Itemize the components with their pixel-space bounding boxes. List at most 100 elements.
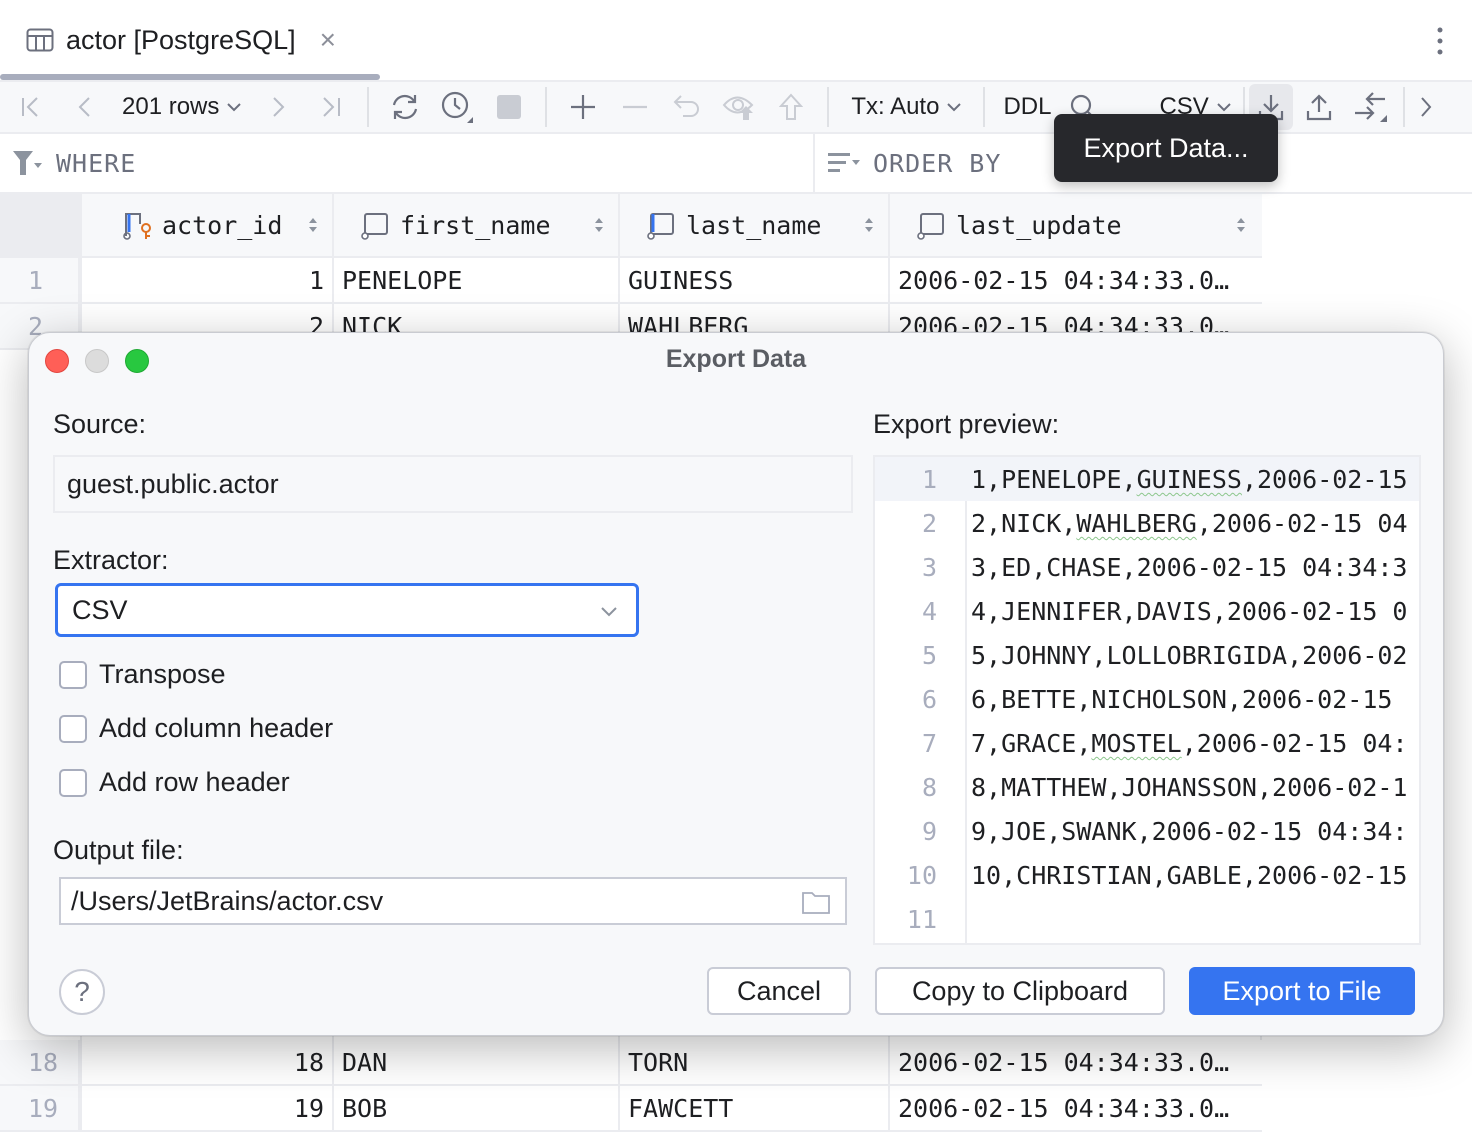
- revert-icon[interactable]: [661, 84, 713, 130]
- where-label: WHERE: [56, 148, 137, 178]
- extractor-value: CSV: [72, 594, 128, 625]
- sort-icon[interactable]: [594, 217, 604, 233]
- sort-icon[interactable]: [308, 217, 318, 233]
- line-number: 3: [921, 553, 937, 582]
- last-page-icon[interactable]: [305, 84, 357, 130]
- output-file-input[interactable]: /Users/JetBrains/actor.csv: [59, 877, 847, 925]
- close-icon[interactable]: ×: [320, 26, 336, 54]
- import-icon[interactable]: [1293, 84, 1345, 130]
- column-icon: [917, 213, 944, 240]
- preview-line-text: 8,MATTHEW,JOHANSSON,2006-02-1: [971, 773, 1408, 802]
- column-header-first-name[interactable]: first_name: [332, 194, 618, 256]
- order-by-label: ORDER BY: [873, 148, 1002, 178]
- rows-count-label: 201 rows: [122, 93, 220, 120]
- transaction-mode-dropdown[interactable]: Tx: Auto: [839, 84, 973, 130]
- output-file-label: Output file:: [53, 835, 184, 865]
- preview-line: 8 8,MATTHEW,JOHANSSON,2006-02-1: [875, 765, 1419, 809]
- refresh-icon[interactable]: [379, 84, 431, 130]
- first-page-icon[interactable]: [4, 84, 58, 130]
- output-file-value: /Users/JetBrains/actor.csv: [71, 885, 384, 916]
- spellcheck-underline: WAHLBERG: [1076, 509, 1197, 538]
- cell-last-name[interactable]: TORN: [618, 1040, 888, 1084]
- preview-line-text: 4,JENNIFER,DAVIS,2006-02-15 0: [971, 597, 1408, 626]
- preview-line-text: 10,CHRISTIAN,GABLE,2006-02-15: [971, 861, 1408, 890]
- line-number: 2: [921, 509, 937, 538]
- cell-first-name[interactable]: PENELOPE: [332, 258, 618, 302]
- cancel-button[interactable]: Cancel: [707, 967, 851, 1015]
- extractor-label: Extractor:: [53, 545, 169, 575]
- column-name: last_update: [956, 210, 1122, 240]
- preview-line: 7 7,GRACE,MOSTEL,2006-02-15 04:: [875, 721, 1419, 765]
- sort-icon[interactable]: [1236, 217, 1246, 233]
- export-data-tooltip: Export Data...: [1054, 114, 1278, 182]
- column-name: last_name: [686, 210, 822, 240]
- cell-last-update[interactable]: 2006-02-15 04:34:33.0…: [888, 1086, 1260, 1130]
- history-icon[interactable]: [431, 84, 483, 130]
- cell-actor-id[interactable]: 18: [80, 1040, 332, 1084]
- line-number: 4: [921, 597, 937, 626]
- column-header-last-name[interactable]: last_name: [618, 194, 888, 256]
- stop-icon[interactable]: [483, 84, 535, 130]
- tab-actor[interactable]: actor [PostgreSQL] ×: [0, 0, 380, 80]
- folder-icon[interactable]: [801, 889, 831, 915]
- add-row-icon[interactable]: [557, 84, 609, 130]
- preview-line-text: 1,PENELOPE,GUINESS,2006-02-15: [971, 465, 1408, 494]
- table-row[interactable]: 19 19 BOB FAWCETT 2006-02-15 04:34:33.0…: [0, 1086, 1262, 1132]
- row-number: 19: [0, 1086, 80, 1130]
- cell-last-name[interactable]: GUINESS: [618, 258, 888, 302]
- column-name: actor_id: [162, 210, 283, 240]
- preview-changes-icon[interactable]: [713, 84, 765, 130]
- order-by-input[interactable]: ORDER BY: [817, 134, 1001, 192]
- editor-tab-bar: actor [PostgreSQL] ×: [0, 0, 1472, 80]
- rows-count-dropdown[interactable]: 201 rows: [110, 84, 253, 130]
- next-page-icon[interactable]: [253, 84, 305, 130]
- submit-icon[interactable]: [765, 84, 817, 130]
- export-to-file-button[interactable]: Export to File: [1189, 967, 1415, 1015]
- transpose-checkbox-row[interactable]: Transpose: [59, 659, 226, 690]
- add-row-header-checkbox[interactable]: [59, 768, 87, 797]
- compare-icon[interactable]: [1345, 84, 1397, 130]
- checkbox-label: Add column header: [99, 713, 334, 743]
- cell-last-update[interactable]: 2006-02-15 04:34:33.0…: [888, 258, 1260, 302]
- help-button[interactable]: ?: [59, 969, 105, 1015]
- preview-line-text: 2,NICK,WAHLBERG,2006-02-15 04: [971, 509, 1408, 538]
- prev-page-icon[interactable]: [58, 84, 110, 130]
- tx-mode-label: Tx: Auto: [851, 93, 940, 120]
- cell-actor-id[interactable]: 1: [80, 258, 332, 302]
- cell-last-update[interactable]: 2006-02-15 04:34:33.0…: [888, 1040, 1260, 1084]
- column-icon: [647, 213, 674, 240]
- preview-line: 6 6,BETTE,NICHOLSON,2006-02-15: [875, 677, 1419, 721]
- table-icon: [26, 28, 54, 52]
- table-row[interactable]: 18 18 DAN TORN 2006-02-15 04:34:33.0…: [0, 1040, 1262, 1086]
- column-header-actor-id[interactable]: actor_id: [80, 194, 332, 256]
- copy-to-clipboard-button[interactable]: Copy to Clipboard: [875, 967, 1165, 1015]
- add-row-header-checkbox-row[interactable]: Add row header: [59, 767, 290, 798]
- column-header-last-update[interactable]: last_update: [888, 194, 1260, 256]
- add-column-header-checkbox-row[interactable]: Add column header: [59, 713, 333, 744]
- preview-line: 9 9,JOE,SWANK,2006-02-15 04:34:: [875, 809, 1419, 853]
- cell-first-name[interactable]: BOB: [332, 1086, 618, 1130]
- delete-row-icon[interactable]: [609, 84, 661, 130]
- cell-actor-id[interactable]: 19: [80, 1086, 332, 1130]
- where-filter-input[interactable]: WHERE: [0, 134, 815, 192]
- transpose-checkbox[interactable]: [59, 660, 87, 689]
- table-row[interactable]: 1 1 PENELOPE GUINESS 2006-02-15 04:34:33…: [0, 258, 1262, 304]
- toolbar-separator: [827, 87, 830, 127]
- add-column-header-checkbox[interactable]: [59, 714, 87, 743]
- cell-first-name[interactable]: DAN: [332, 1040, 618, 1084]
- spellcheck-underline: MOSTEL: [1091, 729, 1182, 758]
- checkbox-label: Transpose: [99, 659, 226, 689]
- export-preview[interactable]: 1 1,PENELOPE,GUINESS,2006-02-15 2 2,NICK,WA…: [873, 455, 1421, 945]
- more-chevron-icon[interactable]: [1411, 84, 1441, 130]
- line-number: 9: [921, 817, 937, 846]
- extractor-select[interactable]: CSV: [55, 583, 639, 637]
- cell-last-name[interactable]: FAWCETT: [618, 1086, 888, 1130]
- chevron-down-icon: [1217, 103, 1231, 112]
- line-number: 10: [906, 861, 937, 890]
- export-preview-label: Export preview:: [873, 409, 1060, 439]
- more-vertical-icon[interactable]: [1436, 26, 1444, 56]
- checkbox-label: Add row header: [99, 767, 290, 797]
- sort-icon[interactable]: [864, 217, 874, 233]
- ddl-button[interactable]: DDL: [995, 84, 1059, 130]
- preview-line: 4 4,JENNIFER,DAVIS,2006-02-15 0: [875, 589, 1419, 633]
